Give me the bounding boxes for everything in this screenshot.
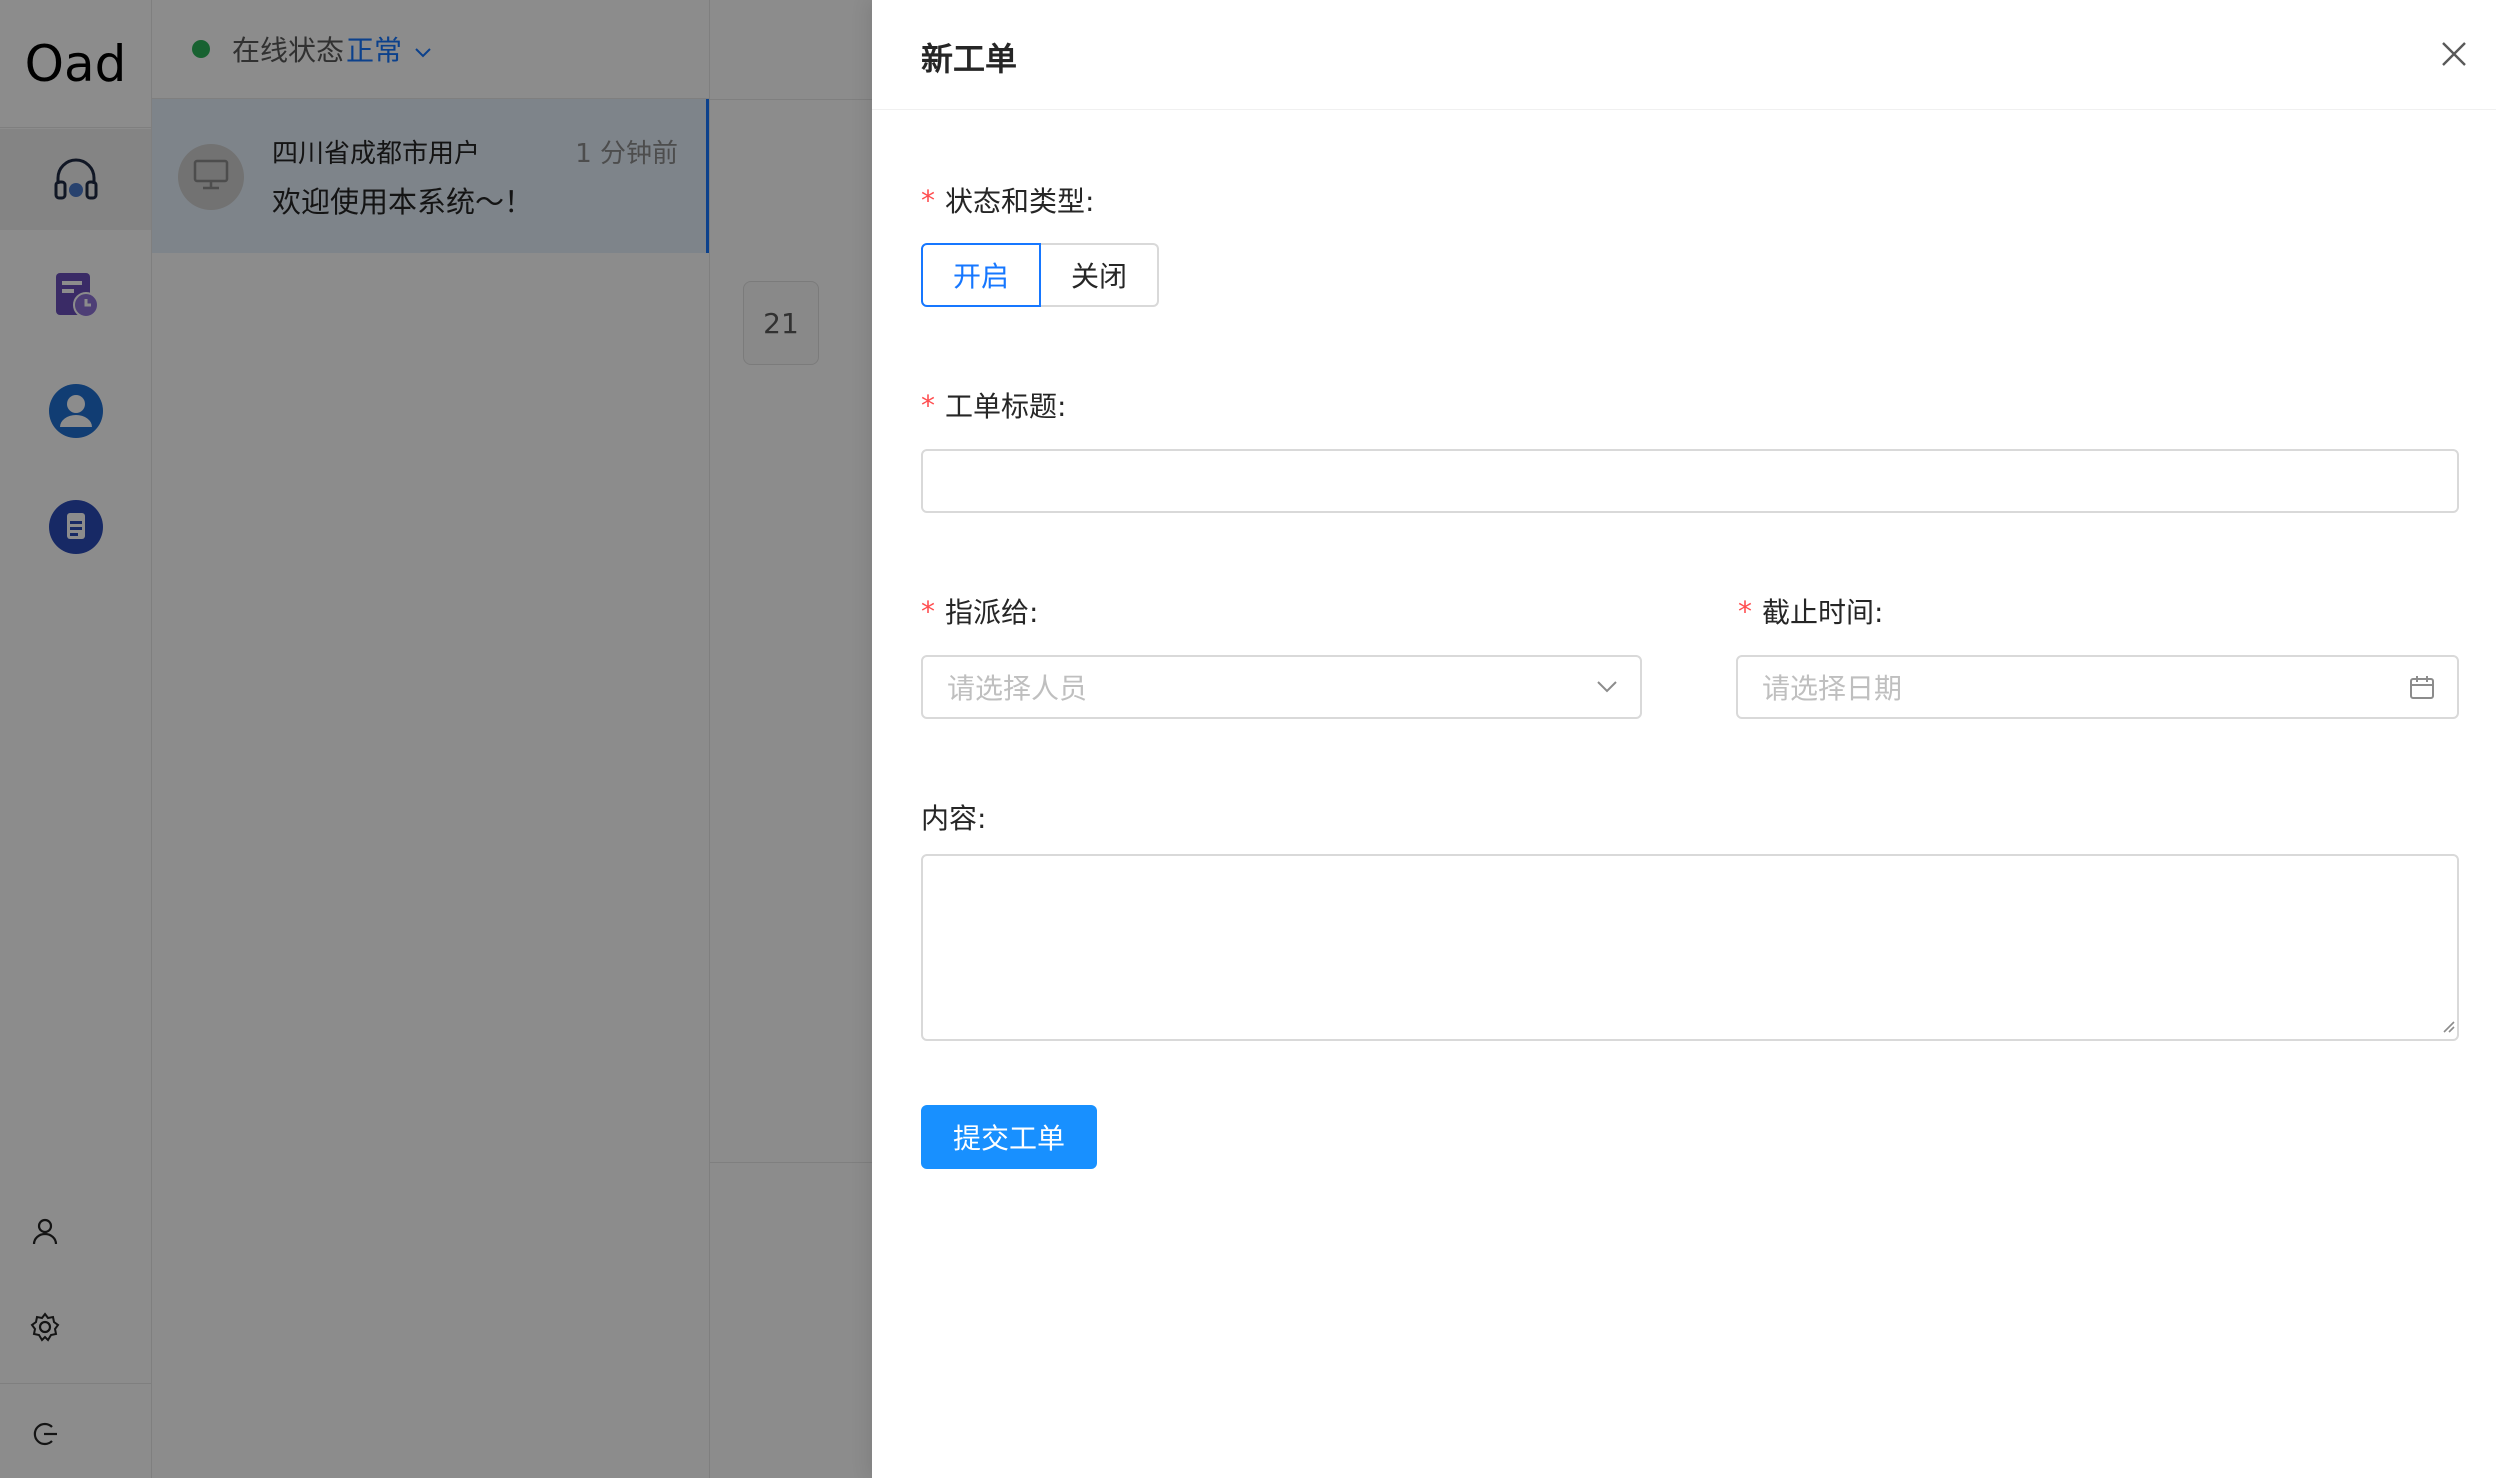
assignee-label: * 指派给: xyxy=(921,591,1038,631)
required-mark: * xyxy=(921,388,935,422)
deadline-date-picker[interactable]: 请选择日期 xyxy=(1736,655,2459,719)
ticket-title-input[interactable] xyxy=(921,449,2459,513)
required-mark: * xyxy=(921,183,935,217)
status-type-label: * 状态和类型: xyxy=(921,180,1094,220)
assignee-select[interactable]: 请选择人员 xyxy=(921,655,1642,719)
ticket-title-label-text: 工单标题: xyxy=(945,390,1067,423)
ticket-title-label: * 工单标题: xyxy=(921,385,1066,425)
resize-handle-icon[interactable] xyxy=(2439,1017,2455,1037)
content-label-text: 内容: xyxy=(921,802,987,835)
calendar-icon xyxy=(2409,657,2435,717)
drawer-header: 新工单 xyxy=(872,0,2496,110)
chevron-down-icon xyxy=(1596,657,1618,717)
deadline-label-text: 截止时间: xyxy=(1762,596,1884,629)
new-ticket-drawer: 新工单 * 状态和类型: 开启 关闭 * 工单标题: * 指派给: 请选择人员 … xyxy=(872,0,2496,1478)
content-label: 内容: xyxy=(921,797,986,837)
content-textarea[interactable] xyxy=(921,854,2459,1041)
required-mark: * xyxy=(921,594,935,628)
submit-ticket-button[interactable]: 提交工单 xyxy=(921,1105,1097,1169)
status-type-toggle: 开启 关闭 xyxy=(921,243,1160,307)
assignee-placeholder: 请选择人员 xyxy=(947,672,1088,705)
drawer-title: 新工单 xyxy=(921,40,1018,78)
deadline-label: * 截止时间: xyxy=(1738,591,1883,631)
option-close-button[interactable]: 关闭 xyxy=(1041,243,1160,307)
assignee-label-text: 指派给: xyxy=(945,596,1039,629)
close-icon xyxy=(2441,41,2467,71)
status-type-label-text: 状态和类型: xyxy=(945,185,1095,218)
deadline-placeholder: 请选择日期 xyxy=(1762,672,1903,705)
required-mark: * xyxy=(1738,594,1752,628)
option-open-button[interactable]: 开启 xyxy=(921,243,1042,307)
close-button[interactable] xyxy=(2434,36,2474,76)
